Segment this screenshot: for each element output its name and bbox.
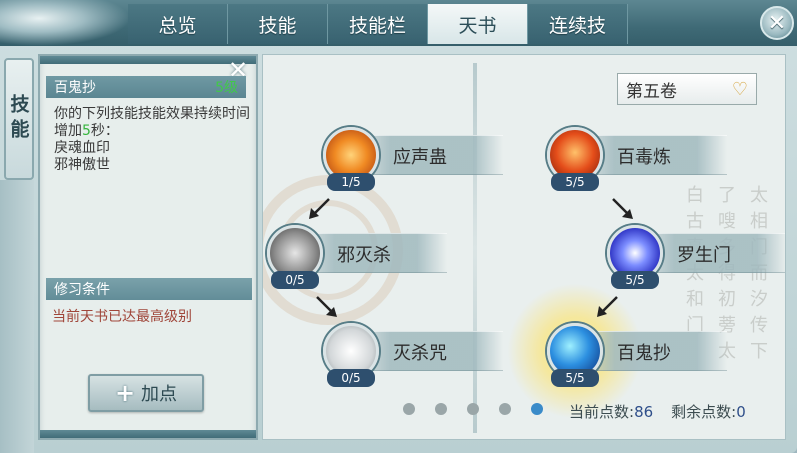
skill-level: 5级 — [215, 80, 238, 96]
skill-name: 百鬼抄 — [54, 80, 96, 96]
arrow-down-right-icon — [612, 198, 633, 219]
skill-node-name: 罗生门 — [677, 245, 731, 266]
arrow-down-right-icon — [316, 296, 337, 317]
page-dots — [403, 403, 543, 415]
skill-node-miesha-zhou[interactable]: 灭杀咒 0/5 — [323, 323, 513, 387]
remaining-points-label: 剩余点数: — [671, 403, 737, 421]
page-dot[interactable] — [435, 403, 447, 415]
desc-skill-2: 邪神傲世 — [54, 157, 110, 173]
current-points-value: 86 — [634, 403, 654, 421]
skill-tree-area: 太相门而汐传下了嗖多得初蒡太白古真太和门 第五卷 ♡ 应声蛊 1/5 邪灭杀 0… — [262, 54, 786, 440]
tab-bar: 总览 技能 技能栏 天书 连续技 — [128, 4, 628, 44]
skill-node-name: 邪灭杀 — [337, 245, 391, 266]
ribbon-ornament — [0, 0, 130, 46]
condition-header: 修习条件 — [46, 278, 252, 300]
skill-node-count: 5/5 — [611, 271, 659, 289]
volume-select[interactable]: 第五卷 ♡ — [617, 73, 757, 105]
arrow-down-left-icon — [309, 198, 330, 219]
volume-select-value: 第五卷 — [626, 81, 677, 102]
skill-node-count: 0/5 — [327, 369, 375, 387]
close-icon: ✕ — [767, 10, 787, 36]
fan-dropdown-icon: ♡ — [731, 78, 748, 100]
skill-node-count: 5/5 — [551, 369, 599, 387]
page-dot-active[interactable] — [531, 403, 543, 415]
remaining-points-value: 0 — [736, 403, 746, 421]
tab-overview[interactable]: 总览 — [128, 4, 228, 44]
current-points-label: 当前点数: — [569, 403, 635, 421]
skill-node-name: 灭杀咒 — [393, 343, 447, 364]
skill-description: 你的下列技能技能效果持续时间增加5秒： 戾魂血印 邪神傲世 — [54, 106, 250, 174]
window-close-button[interactable]: ✕ — [760, 6, 794, 40]
tab-skill-bar[interactable]: 技能栏 — [328, 4, 428, 44]
side-tab-label: 技能 — [7, 94, 30, 144]
panel-bottom-bar — [40, 430, 256, 438]
page-dot[interactable] — [499, 403, 511, 415]
condition-text: 当前天书已达最高级别 — [52, 309, 192, 325]
skill-node-xiemiesha[interactable]: 邪灭杀 0/5 — [267, 225, 457, 289]
tab-tianshu[interactable]: 天书 — [428, 4, 528, 44]
skill-window: 总览 技能 技能栏 天书 连续技 ✕ 技能 ✕ 百鬼抄 5级 你的下列技能技能效… — [0, 0, 797, 453]
skill-node-count: 5/5 — [551, 173, 599, 191]
page-dot[interactable] — [403, 403, 415, 415]
points-readout: 当前点数:86 剩余点数:0 — [569, 401, 746, 422]
skill-info-panel: ✕ 百鬼抄 5级 你的下列技能技能效果持续时间增加5秒： 戾魂血印 邪神傲世 修… — [38, 54, 258, 440]
skill-node-baiguichao[interactable]: 百鬼抄 5/5 — [507, 283, 737, 419]
skill-node-luoshengmen[interactable]: 罗生门 5/5 — [607, 225, 785, 289]
skill-node-yingshenggu[interactable]: 应声蛊 1/5 — [323, 127, 513, 191]
skill-node-baidulian[interactable]: 百毒炼 5/5 — [547, 127, 737, 191]
skill-node-name: 百鬼抄 — [617, 343, 671, 364]
tab-combo[interactable]: 连续技 — [528, 4, 628, 44]
skill-node-count: 1/5 — [327, 173, 375, 191]
skill-header: 百鬼抄 5级 — [46, 76, 246, 98]
desc-skill-1: 戾魂血印 — [54, 140, 110, 156]
side-tab-skills[interactable]: 技能 — [4, 58, 34, 180]
tab-skills[interactable]: 技能 — [228, 4, 328, 44]
skill-node-name: 百毒炼 — [617, 147, 671, 168]
desc-suffix: 秒： — [90, 123, 119, 139]
page-dot[interactable] — [467, 403, 479, 415]
plus-icon: + — [114, 379, 136, 407]
arrow-down-left-icon — [597, 296, 618, 317]
add-point-label: 加点 — [141, 384, 178, 405]
desc-value: 5 — [82, 123, 91, 139]
skill-node-count: 0/5 — [271, 271, 319, 289]
skill-node-name: 应声蛊 — [393, 147, 447, 168]
side-strip — [0, 180, 34, 453]
add-point-button[interactable]: + 加点 — [88, 374, 204, 412]
